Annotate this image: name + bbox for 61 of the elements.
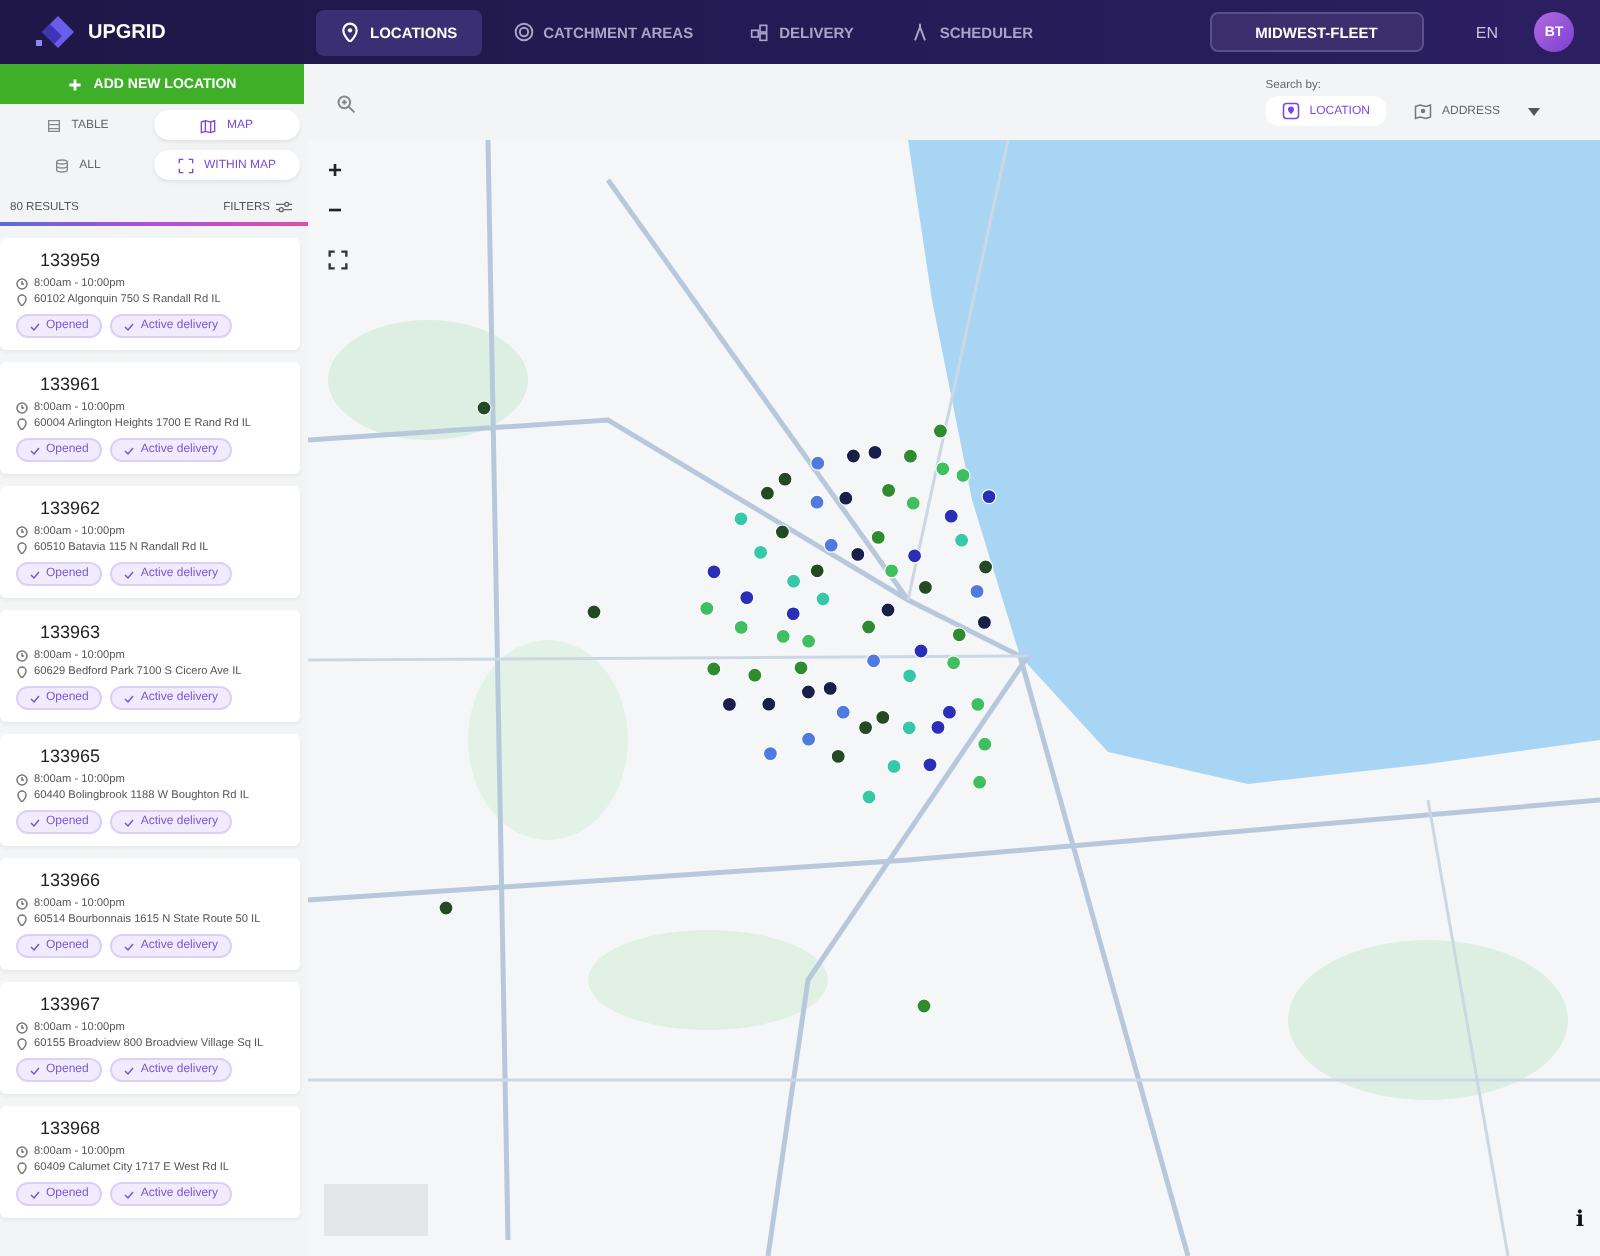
clock-icon [16,1146,28,1158]
location-id: 133959 [40,250,103,270]
location-pin-icon [1281,102,1300,120]
map-icon [1413,102,1432,120]
pin-icon [16,1162,28,1174]
pin-icon [16,666,28,678]
clock-icon [16,650,28,662]
location-id: 133966 [40,870,103,890]
location-id: 133967 [40,994,103,1014]
pin-icon [16,790,28,802]
check-icon [124,817,135,827]
pin-icon [340,22,360,42]
sliders-icon [276,200,292,214]
check-icon [30,445,40,455]
clock-icon [16,278,28,290]
check-icon [30,569,40,579]
zoom-out-button[interactable]: − [320,196,351,224]
location-id: 133961 [40,374,103,394]
clock-icon [16,526,28,538]
location-id: 133962 [40,498,103,518]
clock-icon [16,402,28,414]
location-id: 133968 [40,1118,103,1138]
pin-icon [16,294,28,306]
table-icon [45,117,62,133]
check-icon [124,941,135,951]
clock-icon [16,898,28,910]
fullscreen-icon[interactable] [328,250,348,270]
check-icon [30,321,40,331]
location-id: 133963 [40,622,103,642]
check-icon [124,569,135,579]
logo-icon [36,14,80,50]
clock-icon [16,1022,28,1034]
check-icon [124,693,135,703]
frame-icon [178,157,194,173]
check-icon [124,321,135,331]
check-icon [30,817,40,827]
clock-icon [16,774,28,786]
check-icon [124,1065,135,1075]
location-id: 133965 [40,746,103,766]
pin-icon [16,1038,28,1050]
boxes-icon [749,22,770,42]
check-icon [124,1189,135,1199]
check-icon [30,941,40,951]
zoom-in-button[interactable]: + [320,156,351,184]
compass-icon [909,22,930,42]
language-selector[interactable]: EN [1475,23,1498,41]
pin-icon [16,418,28,430]
plus-icon [67,77,82,91]
info-button[interactable]: i [1575,1206,1584,1232]
pin-icon [16,914,28,926]
map-icon [200,117,217,133]
brand-name: UPGRID [88,21,166,43]
target-icon [513,22,534,42]
check-icon [30,1065,40,1075]
check-icon [30,693,40,703]
search-icon[interactable] [336,94,356,114]
database-icon [53,157,70,173]
caret-icon[interactable] [1528,107,1540,115]
pin-icon [16,542,28,554]
check-icon [30,1189,40,1199]
check-icon [124,445,135,455]
